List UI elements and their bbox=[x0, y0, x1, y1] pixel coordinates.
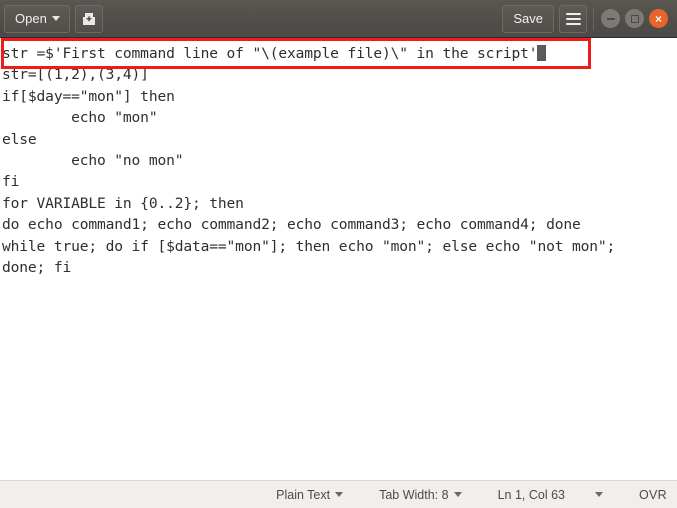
chevron-down-icon bbox=[335, 492, 344, 497]
hamburger-menu-icon bbox=[565, 12, 581, 25]
titlebar-right-actions: Save × bbox=[502, 4, 673, 33]
gedit-window: Open Save × str =$'First command line of… bbox=[0, 0, 677, 508]
open-button-label: Open bbox=[15, 10, 47, 26]
tab-width-label: Tab Width: 8 bbox=[379, 487, 449, 502]
text-editor-area[interactable]: str =$'First command line of "\(example … bbox=[0, 38, 677, 480]
close-button[interactable]: × bbox=[649, 9, 668, 28]
code-line: for VARIABLE in {0..2}; then bbox=[2, 194, 244, 212]
window-controls: × bbox=[601, 9, 668, 28]
new-document-button[interactable] bbox=[74, 4, 103, 33]
insert-mode-label: OVR bbox=[639, 487, 667, 502]
save-button[interactable]: Save bbox=[502, 4, 554, 33]
document-text[interactable]: str =$'First command line of "\(example … bbox=[0, 38, 677, 278]
language-label: Plain Text bbox=[276, 487, 331, 502]
window-minimize-icon bbox=[606, 17, 615, 20]
code-line: str =$'First command line of "\(example … bbox=[2, 43, 677, 64]
window-close-icon: × bbox=[654, 11, 662, 26]
titlebar-left-actions: Open bbox=[4, 4, 103, 33]
main-menu-button[interactable] bbox=[559, 4, 587, 33]
cursor-position-label: Ln 1, Col 63 bbox=[497, 487, 565, 502]
chevron-down-icon bbox=[595, 492, 603, 497]
code-line: if[$day=="mon"] then bbox=[2, 87, 175, 105]
code-line: str=[(1,2),(3,4)] bbox=[2, 66, 149, 84]
code-line: do echo command1; echo command2; echo co… bbox=[2, 216, 581, 234]
statusbar: Plain Text Tab Width: 8 Ln 1, Col 63 OVR bbox=[0, 480, 677, 508]
text-cursor bbox=[537, 45, 547, 61]
code-line: echo "no mon" bbox=[2, 151, 184, 169]
insert-mode-indicator[interactable]: OVR bbox=[639, 488, 667, 502]
code-line: echo "mon" bbox=[2, 109, 158, 127]
chevron-down-icon bbox=[51, 16, 60, 21]
window-maximize-icon bbox=[630, 14, 639, 23]
save-as-document-icon bbox=[82, 12, 95, 25]
code-line: else bbox=[2, 130, 37, 148]
maximize-button[interactable] bbox=[625, 9, 644, 28]
titlebar-divider bbox=[593, 7, 594, 30]
language-selector[interactable]: Plain Text bbox=[276, 487, 344, 502]
save-button-label: Save bbox=[513, 10, 543, 26]
statusbar-dropdown[interactable] bbox=[595, 492, 603, 497]
code-line: while true; do if [$data=="mon"]; then e… bbox=[2, 237, 616, 255]
open-button[interactable]: Open bbox=[4, 4, 70, 33]
tab-width-selector[interactable]: Tab Width: 8 bbox=[379, 487, 462, 502]
code-line: done; fi bbox=[2, 258, 72, 276]
code-line: fi bbox=[2, 173, 20, 191]
titlebar: Open Save × bbox=[0, 0, 677, 38]
minimize-button[interactable] bbox=[601, 9, 620, 28]
cursor-position: Ln 1, Col 63 bbox=[498, 488, 565, 502]
chevron-down-icon bbox=[453, 492, 462, 497]
